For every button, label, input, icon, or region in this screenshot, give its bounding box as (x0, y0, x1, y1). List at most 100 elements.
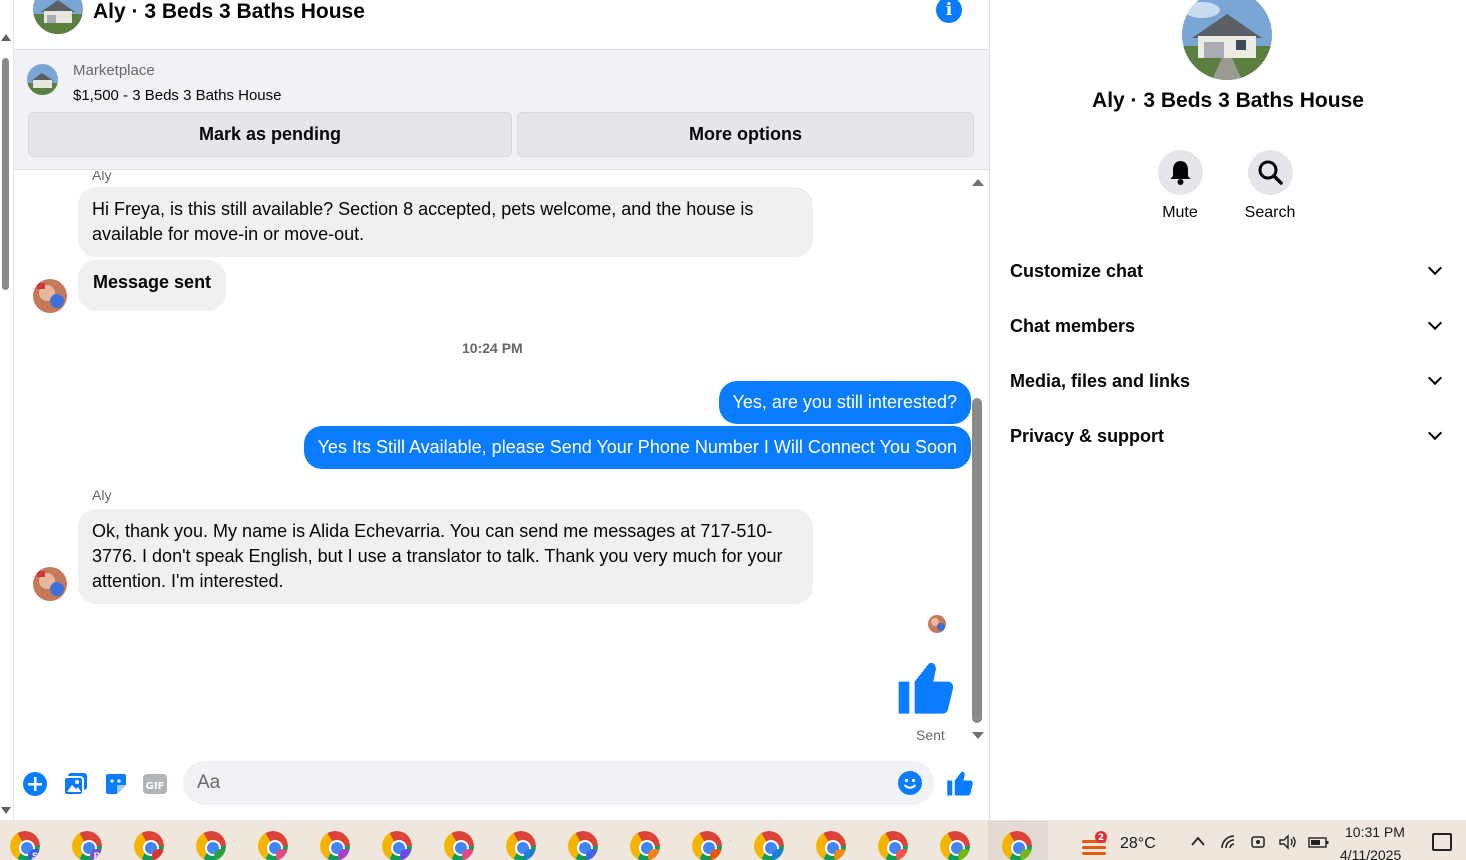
emoji-icon[interactable] (898, 771, 922, 795)
profile-badge (214, 849, 226, 860)
sender-name: Aly (92, 171, 112, 183)
chrome-profile-icon[interactable] (940, 831, 970, 860)
section-label: Media, files and links (1010, 371, 1191, 391)
profile-badge: S (28, 849, 40, 860)
chrome-profile-icon[interactable] (878, 831, 908, 860)
profile-badge (152, 849, 164, 860)
profile-badge (958, 849, 970, 860)
scroll-down-arrow-icon[interactable] (972, 732, 984, 739)
sender-avatar[interactable] (33, 567, 67, 601)
wifi-icon[interactable] (1220, 834, 1238, 855)
chrome-profile-icon[interactable] (568, 831, 598, 860)
outgoing-message[interactable]: Yes, are you still interested? (718, 381, 971, 424)
svg-text:GIF: GIF (146, 781, 165, 792)
battery-icon[interactable] (1308, 834, 1330, 855)
privacy-support-section[interactable]: Privacy & support (1010, 416, 1446, 456)
bell-icon[interactable] (1157, 150, 1203, 195)
search-icon[interactable] (1247, 150, 1293, 195)
mute-label: Mute (1162, 204, 1198, 221)
listing-thumbnail[interactable] (27, 64, 58, 95)
profile-badge (586, 849, 598, 860)
chat-title[interactable]: Aly · 3 Beds 3 Baths House (93, 0, 365, 24)
gif-icon[interactable]: GIF (142, 771, 168, 797)
sender-name: Aly (92, 487, 112, 503)
profile-badge (400, 849, 412, 860)
chrome-profile-icon[interactable] (320, 831, 350, 860)
chrome-profile-icon[interactable] (134, 831, 164, 860)
house-avatar-large[interactable] (1182, 0, 1272, 80)
chevron-up-icon[interactable] (1190, 834, 1206, 852)
scroll-up-arrow-icon[interactable] (972, 179, 984, 186)
weather-badge: 2 (1098, 833, 1104, 843)
messages-scrollbar[interactable] (971, 176, 985, 741)
mark-as-pending-button[interactable]: Mark as pending (28, 112, 512, 157)
page-scrollbar-thumb[interactable] (2, 58, 9, 290)
like-icon[interactable] (946, 768, 973, 796)
profile-badge (1020, 849, 1032, 860)
chevron-down-icon (1427, 315, 1443, 331)
chrome-profile-icon[interactable] (1002, 831, 1032, 860)
incoming-message[interactable]: Ok, thank you. My name is Alida Echevarr… (78, 509, 813, 604)
chrome-profile-icon[interactable] (754, 831, 784, 860)
search-label: Search (1244, 204, 1296, 221)
marketplace-banner: Marketplace $1,500 - 3 Beds 3 Baths Hous… (14, 50, 989, 170)
incoming-message[interactable]: Message sent (78, 260, 227, 311)
chat-members-section[interactable]: Chat members (1010, 306, 1446, 346)
profile-badge (524, 849, 536, 860)
chrome-profile-icon[interactable] (692, 831, 722, 860)
mute-button[interactable]: Mute (1140, 150, 1220, 222)
chrome-profile-icon[interactable] (196, 831, 226, 860)
house-avatar[interactable] (33, 0, 83, 34)
chrome-profile-icon[interactable] (258, 831, 288, 860)
screen: Aly · 3 Beds 3 Baths House i Marketplace… (0, 0, 1466, 860)
profile-badge (648, 849, 660, 860)
outgoing-message[interactable]: Yes Its Still Available, please Send You… (303, 426, 971, 469)
more-options-button[interactable]: More options (517, 112, 974, 157)
section-label: Chat members (1010, 316, 1136, 336)
composer: GIF (14, 746, 989, 820)
listing-title[interactable]: $1,500 - 3 Beds 3 Baths House (73, 87, 281, 104)
chrome-profile-icon[interactable] (630, 831, 660, 860)
chrome-profile-icon[interactable] (444, 831, 474, 860)
weather-icon[interactable]: 2 (1080, 830, 1110, 858)
meet-icon[interactable] (1250, 834, 1268, 855)
chevron-down-icon (1427, 370, 1443, 386)
seen-avatar (928, 615, 946, 633)
messages-scrollbar-thumb[interactable] (972, 398, 982, 723)
info-icon[interactable]: i (936, 0, 962, 23)
chrome-profile-icon[interactable] (506, 831, 536, 860)
notification-icon[interactable] (1432, 833, 1452, 851)
profile-badge (338, 849, 350, 860)
sticker-icon[interactable] (103, 771, 129, 797)
page-scrollbar[interactable] (0, 30, 12, 820)
plus-circle-icon[interactable] (22, 771, 48, 797)
chrome-profile-icon[interactable] (816, 831, 846, 860)
temperature[interactable]: 28°C (1120, 835, 1156, 853)
profile-badge (462, 849, 474, 860)
media-files-links-section[interactable]: Media, files and links (1010, 361, 1446, 401)
chevron-down-icon (1427, 425, 1443, 441)
photo-icon[interactable] (63, 771, 89, 797)
message-list: Aly Hi Freya, is this still available? S… (14, 171, 989, 746)
profile-badge: R (90, 849, 102, 860)
scroll-up-arrow-icon[interactable] (1, 34, 11, 41)
like-thumbs-up-icon[interactable] (896, 655, 960, 724)
chrome-profile-icon[interactable] (382, 831, 412, 860)
profile-badge (896, 849, 908, 860)
marketplace-label: Marketplace (73, 62, 155, 79)
search-button[interactable]: Search (1230, 150, 1310, 222)
taskbar: S R 2 28°C 10:31 PM 4/11/2025 (0, 820, 1466, 860)
sender-avatar[interactable] (33, 279, 67, 313)
message-input-wrapper (183, 761, 934, 805)
volume-icon[interactable] (1278, 834, 1298, 855)
message-input[interactable] (197, 761, 887, 805)
customize-chat-section[interactable]: Customize chat (1010, 251, 1446, 291)
incoming-message[interactable]: Hi Freya, is this still available? Secti… (78, 187, 813, 257)
clock-time[interactable]: 10:31 PM (1345, 824, 1405, 840)
profile-badge (772, 849, 784, 860)
clock-date[interactable]: 4/11/2025 (1340, 847, 1401, 860)
scroll-down-arrow-icon[interactable] (1, 807, 11, 814)
profile-badge (834, 849, 846, 860)
chrome-profile-icon[interactable]: R (72, 831, 102, 860)
chrome-profile-icon[interactable]: S (10, 831, 40, 860)
